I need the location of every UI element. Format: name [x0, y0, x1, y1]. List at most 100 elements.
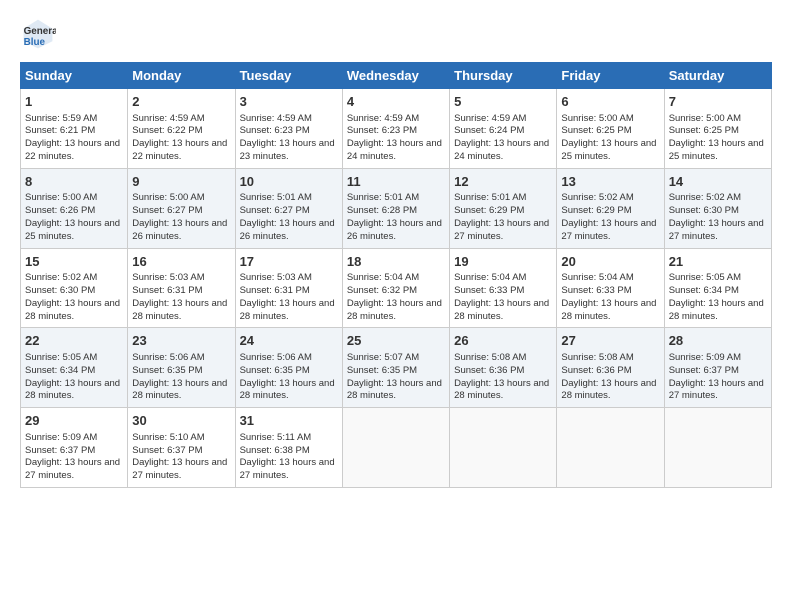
sunrise-label: Sunrise: 4:59 AM [454, 113, 526, 124]
sunrise-label: Sunrise: 5:04 AM [454, 272, 526, 283]
sunset-label: Sunset: 6:37 PM [669, 365, 739, 376]
daylight-label: Daylight: 13 hours and 28 minutes. [669, 298, 764, 322]
day-number: 19 [454, 253, 552, 271]
daylight-label: Daylight: 13 hours and 22 minutes. [25, 138, 120, 162]
day-cell-7: 7Sunrise: 5:00 AMSunset: 6:25 PMDaylight… [664, 89, 771, 169]
sunrise-label: Sunrise: 5:10 AM [132, 432, 204, 443]
daylight-label: Daylight: 13 hours and 28 minutes. [347, 378, 442, 402]
day-number: 7 [669, 93, 767, 111]
daylight-label: Daylight: 13 hours and 28 minutes. [347, 298, 442, 322]
sunset-label: Sunset: 6:33 PM [454, 285, 524, 296]
day-cell-5: 5 Sunrise: 4:59 AMSunset: 6:24 PM Daylight… [450, 89, 557, 169]
day-cell-20: 20Sunrise: 5:04 AMSunset: 6:33 PMDayligh… [557, 248, 664, 328]
day-cell-14: 14Sunrise: 5:02 AMSunset: 6:30 PMDayligh… [664, 168, 771, 248]
sunset-label: Sunset: 6:38 PM [240, 445, 310, 456]
sunset-label: Sunset: 6:29 PM [454, 205, 524, 216]
day-number: 20 [561, 253, 659, 271]
day-cell-31: 31 Sunrise: 5:11 AM Sunset: 6:38 PMDayligh… [235, 408, 342, 488]
sunset-label: Sunset: 6:31 PM [240, 285, 310, 296]
daylight-label: Daylight: 13 hours and 24 minutes. [454, 138, 549, 162]
sunrise-label: Sunrise: 5:09 AM [669, 352, 741, 363]
daylight-label: Daylight: 13 hours and 28 minutes. [25, 298, 120, 322]
sunrise-label: Sunrise: 4:59 AM [132, 113, 204, 124]
sunrise-label: Sunrise: 5:05 AM [669, 272, 741, 283]
sunset-label: Sunset: 6:25 PM [561, 125, 631, 136]
daylight-label: Daylight: 13 hours and 28 minutes. [454, 298, 549, 322]
sunrise-label: Sunrise: 5:01 AM [454, 192, 526, 203]
sunset-label: Sunset: 6:21 PM [25, 125, 95, 136]
svg-text:General: General [24, 26, 56, 37]
sunrise-label: Sunrise: 5:59 AM [25, 113, 97, 124]
day-number: 28 [669, 332, 767, 350]
header-area: General Blue [20, 16, 772, 52]
day-number: 24 [240, 332, 338, 350]
day-cell-4: 4Sunrise: 4:59 AMSunset: 6:23 PMDaylight… [342, 89, 449, 169]
day-cell-29: 29Sunrise: 5:09 AMSunset: 6:37 PMDayligh… [21, 408, 128, 488]
day-number: 15 [25, 253, 123, 271]
sunset-label: Sunset: 6:28 PM [347, 205, 417, 216]
svg-text:Blue: Blue [24, 37, 46, 48]
sunset-label: Sunset: 6:26 PM [25, 205, 95, 216]
daylight-label: Daylight: 13 hours and 28 minutes. [454, 378, 549, 402]
day-number: 14 [669, 173, 767, 191]
daylight-label: Daylight: 13 hours and 28 minutes. [240, 378, 335, 402]
day-cell-2: 2Sunrise: 4:59 AMSunset: 6:22 PMDaylight… [128, 89, 235, 169]
day-cell-16: 16Sunrise: 5:03 AMSunset: 6:31 PMDayligh… [128, 248, 235, 328]
sunrise-label: Sunrise: 5:04 AM [561, 272, 633, 283]
sunset-label: Sunset: 6:30 PM [25, 285, 95, 296]
sunset-label: Sunset: 6:29 PM [561, 205, 631, 216]
day-number: 8 [25, 173, 123, 191]
sunrise-label: Sunrise: 4:59 AM [347, 113, 419, 124]
sunset-label: Sunset: 6:37 PM [25, 445, 95, 456]
day-cell-26: 26Sunrise: 5:08 AMSunset: 6:36 PMDayligh… [450, 328, 557, 408]
daylight-label: Daylight: 13 hours and 27 minutes. [561, 218, 656, 242]
day-cell-15: 15Sunrise: 5:02 AMSunset: 6:30 PMDayligh… [21, 248, 128, 328]
day-cell-22: 22Sunrise: 5:05 AMSunset: 6:34 PMDayligh… [21, 328, 128, 408]
col-wednesday: Wednesday [342, 63, 449, 89]
sunrise-label: Sunrise: 5:00 AM [669, 113, 741, 124]
daylight-label: Daylight: 13 hours and 25 minutes. [561, 138, 656, 162]
calendar-week-1: 1 Sunrise: 5:59 AMSunset: 6:21 PM Daylight… [21, 89, 772, 169]
daylight-label: Daylight: 13 hours and 27 minutes. [240, 457, 335, 481]
sunrise-label: Sunrise: 5:02 AM [561, 192, 633, 203]
day-number: 29 [25, 412, 123, 430]
col-sunday: Sunday [21, 63, 128, 89]
day-number: 9 [132, 173, 230, 191]
daylight-label: Daylight: 13 hours and 26 minutes. [132, 218, 227, 242]
day-number: 2 [132, 93, 230, 111]
logo-icon: General Blue [20, 16, 56, 52]
sunrise-label: Sunrise: 5:07 AM [347, 352, 419, 363]
sunrise-label: Sunrise: 5:11 AM [240, 432, 312, 443]
sunset-label: Sunset: 6:31 PM [132, 285, 202, 296]
sunrise-label: Sunrise: 5:08 AM [454, 352, 526, 363]
daylight-label: Daylight: 13 hours and 28 minutes. [132, 298, 227, 322]
sunset-label: Sunset: 6:24 PM [454, 125, 524, 136]
day-number: 31 [240, 412, 338, 430]
day-number: 5 [454, 93, 552, 111]
sunset-label: Sunset: 6:33 PM [561, 285, 631, 296]
day-cell-10: 10Sunrise: 5:01 AMSunset: 6:27 PMDayligh… [235, 168, 342, 248]
sunrise-label: Sunrise: 5:01 AM [240, 192, 312, 203]
day-number: 16 [132, 253, 230, 271]
day-number: 23 [132, 332, 230, 350]
day-number: 1 [25, 93, 123, 111]
page: General Blue Sunday Monday Tuesday Wedne… [0, 0, 792, 498]
daylight-label: Daylight: 13 hours and 28 minutes. [25, 378, 120, 402]
daylight-label: Daylight: 13 hours and 24 minutes. [347, 138, 442, 162]
day-cell-21: 21Sunrise: 5:05 AMSunset: 6:34 PMDayligh… [664, 248, 771, 328]
sunset-label: Sunset: 6:34 PM [25, 365, 95, 376]
sunset-label: Sunset: 6:36 PM [561, 365, 631, 376]
calendar-week-3: 15Sunrise: 5:02 AMSunset: 6:30 PMDayligh… [21, 248, 772, 328]
day-number: 17 [240, 253, 338, 271]
sunset-label: Sunset: 6:35 PM [347, 365, 417, 376]
day-cell-18: 18Sunrise: 5:04 AMSunset: 6:32 PMDayligh… [342, 248, 449, 328]
calendar-body: 1 Sunrise: 5:59 AMSunset: 6:21 PM Daylight… [21, 89, 772, 488]
sunset-label: Sunset: 6:25 PM [669, 125, 739, 136]
sunset-label: Sunset: 6:27 PM [240, 205, 310, 216]
day-cell-28: 28Sunrise: 5:09 AMSunset: 6:37 PMDayligh… [664, 328, 771, 408]
sunrise-label: Sunrise: 4:59 AM [240, 113, 312, 124]
sunrise-label: Sunrise: 5:00 AM [561, 113, 633, 124]
daylight-label: Daylight: 13 hours and 22 minutes. [132, 138, 227, 162]
daylight-label: Daylight: 13 hours and 28 minutes. [240, 298, 335, 322]
daylight-label: Daylight: 13 hours and 25 minutes. [25, 218, 120, 242]
